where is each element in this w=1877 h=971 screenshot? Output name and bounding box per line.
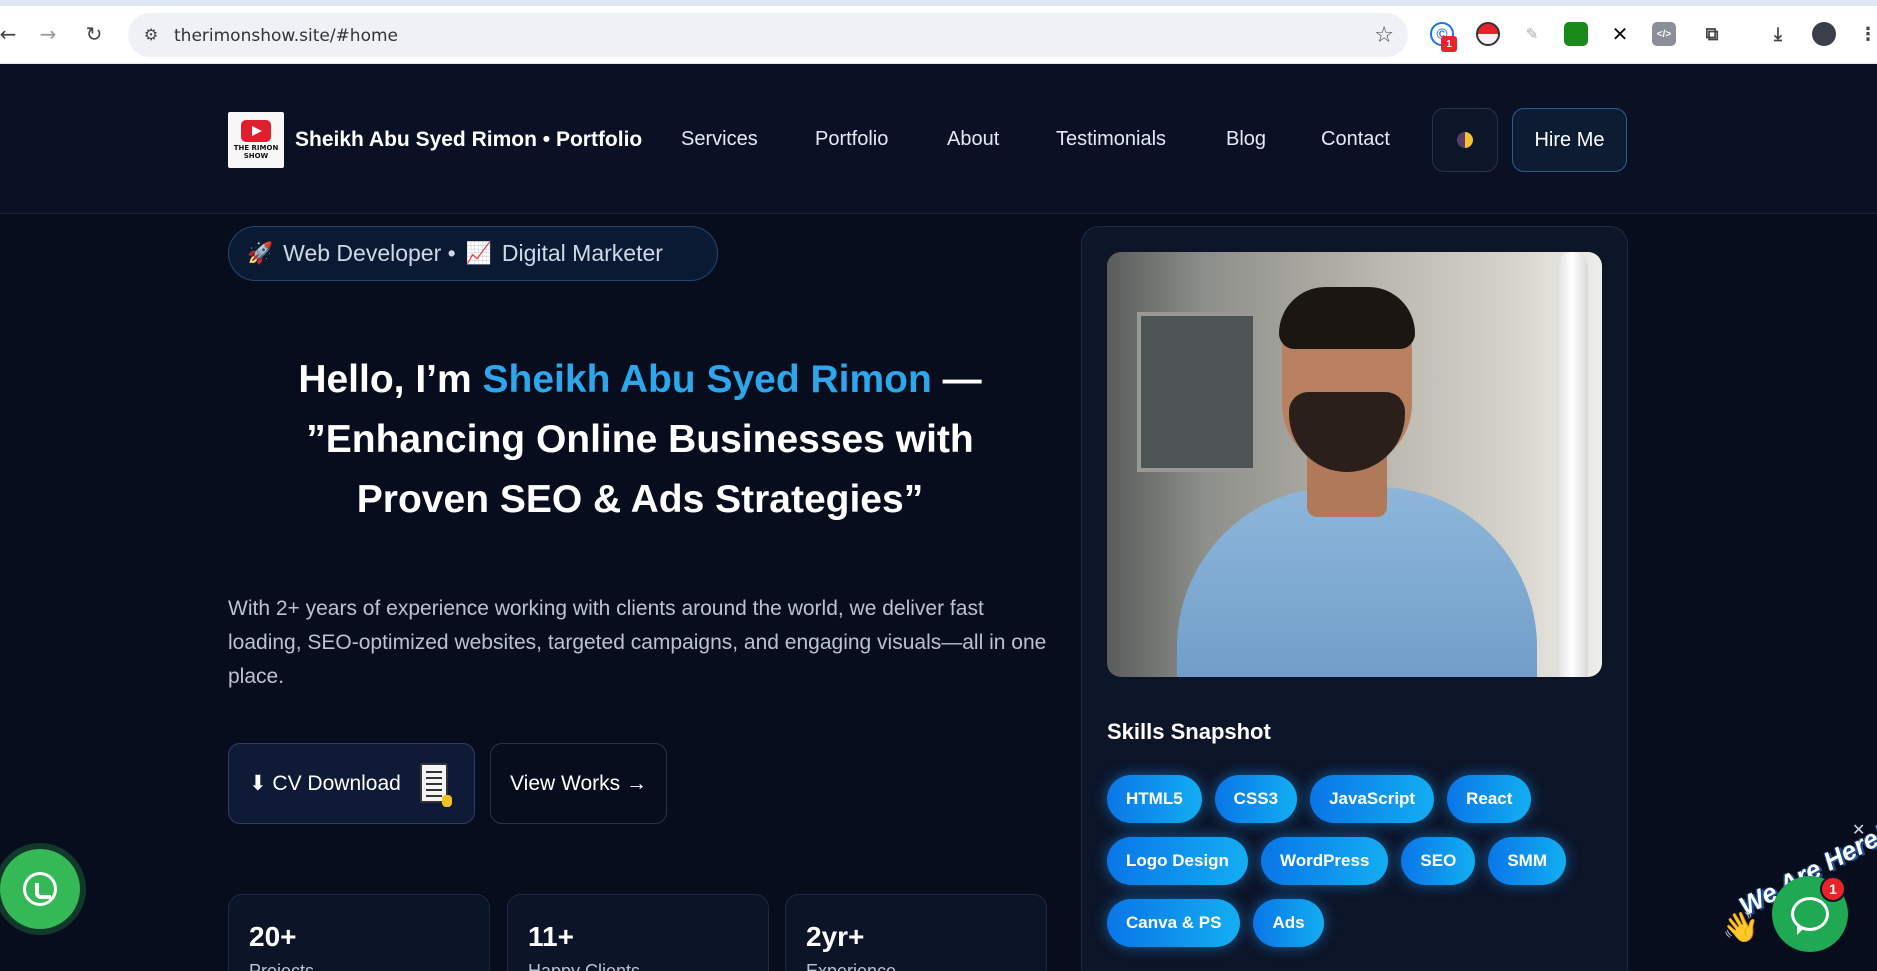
stat-number: 11+ <box>528 921 574 952</box>
x-extension-icon[interactable]: ✕ <box>1608 22 1632 46</box>
brand-name[interactable]: Sheikh Abu Syed Rimon • Portfolio <box>295 128 642 152</box>
skill-chip-wordpress: WordPress <box>1260 837 1389 885</box>
pen-extension-icon[interactable]: ✎ <box>1520 22 1544 46</box>
role-web-developer: Web Developer • <box>283 240 456 266</box>
play-logo-icon <box>241 120 271 142</box>
forward-icon[interactable]: → <box>34 20 62 48</box>
cv-download-label: ⬇ CV Download <box>249 772 401 795</box>
skills-list: HTML5 CSS3 JavaScript React Logo Design … <box>1107 775 1607 947</box>
whatsapp-button[interactable] <box>0 849 80 929</box>
skill-chip-seo: SEO <box>1401 837 1476 885</box>
hero-title-prefix: Hello, I’m <box>298 358 483 401</box>
hero-title-name: Sheikh Abu Syed Rimon <box>482 358 932 401</box>
pokeball-extension-icon[interactable] <box>1476 22 1500 46</box>
view-works-button[interactable]: View Works → <box>490 743 667 824</box>
photo-pillar <box>1556 252 1588 677</box>
site-logo[interactable]: THE RIMON SHOW <box>228 112 284 168</box>
document-icon <box>420 763 452 807</box>
nav-about[interactable]: About <box>947 128 999 151</box>
theme-toggle-button[interactable] <box>1432 108 1498 172</box>
hero-title: Hello, I’m Sheikh Abu Syed Rimon — ”Enha… <box>250 350 1030 530</box>
back-icon[interactable]: ← <box>0 20 22 48</box>
stat-label: Projects <box>249 961 315 971</box>
hire-me-button[interactable]: Hire Me <box>1512 108 1627 172</box>
rocket-icon: 🚀 <box>247 241 274 265</box>
skill-chip-canva-ps: Canva & PS <box>1107 899 1241 947</box>
photo-window <box>1137 312 1257 472</box>
browser-menu-icon[interactable]: ⋮ <box>1856 22 1877 46</box>
skill-chip-logo-design: Logo Design <box>1107 837 1248 885</box>
profile-avatar[interactable] <box>1812 22 1836 46</box>
chart-icon: 📈 <box>465 241 492 265</box>
nav-contact[interactable]: Contact <box>1321 128 1390 151</box>
address-bar[interactable]: ⚙ therimonshow.site/#home ☆ <box>128 13 1408 57</box>
nav-testimonials[interactable]: Testimonials <box>1056 128 1166 151</box>
skill-chip-html5: HTML5 <box>1107 775 1202 823</box>
skills-title: Skills Snapshot <box>1107 719 1271 744</box>
skill-chip-react: React <box>1447 775 1532 823</box>
extension-badge: 1 <box>1441 36 1457 52</box>
code-extension-icon[interactable]: </> <box>1652 22 1676 46</box>
role-digital-marketer: Digital Marketer <box>501 240 663 266</box>
skill-chip-css3: CSS3 <box>1214 775 1298 823</box>
reload-icon[interactable]: ↻ <box>80 20 108 48</box>
nav-blog[interactable]: Blog <box>1226 128 1266 151</box>
stat-label: Happy Clients <box>528 961 641 971</box>
site-header: THE RIMON SHOW Sheikh Abu Syed Rimon • P… <box>0 64 1877 214</box>
green-extension-icon[interactable] <box>1564 22 1588 46</box>
skill-chip-javascript: JavaScript <box>1310 775 1435 823</box>
profile-photo <box>1107 252 1602 677</box>
half-moon-icon <box>1457 132 1473 148</box>
hero-description: With 2+ years of experience working with… <box>228 597 1047 688</box>
nav-services[interactable]: Services <box>681 128 758 151</box>
stat-card-projects: 20+ Projects <box>228 894 490 971</box>
nav-portfolio[interactable]: Portfolio <box>815 128 888 151</box>
download-icon[interactable]: ⤓ <box>1766 22 1790 46</box>
chat-notification-badge: 1 <box>1820 876 1846 902</box>
tab-strip <box>0 0 1877 6</box>
skill-chip-ads: Ads <box>1253 899 1324 947</box>
logo-text: THE RIMON SHOW <box>233 144 279 160</box>
site-settings-icon[interactable]: ⚙ <box>140 24 162 46</box>
puzzle-extensions-icon[interactable]: ⧉ <box>1700 22 1724 46</box>
photo-hair <box>1279 287 1415 349</box>
stat-card-clients: 11+ Happy Clients <box>507 894 769 971</box>
chat-bubble-icon <box>1791 897 1829 935</box>
stat-number: 20+ <box>249 921 297 952</box>
stat-number: 2yr+ <box>806 921 865 952</box>
waving-hand-icon: 👋 <box>1722 910 1760 945</box>
profile-card: Skills Snapshot HTML5 CSS3 JavaScript Re… <box>1081 226 1628 971</box>
url-text[interactable]: therimonshow.site/#home <box>174 26 398 46</box>
role-badge: 🚀 Web Developer • 📈 Digital Marketer <box>228 226 718 281</box>
cv-download-button[interactable]: ⬇ CV Download <box>228 743 475 824</box>
browser-toolbar: ← → ↻ ⚙ therimonshow.site/#home ☆ © 1 ✎ … <box>0 0 1877 64</box>
skill-chip-smm: SMM <box>1488 837 1566 885</box>
stat-label: Experience <box>806 961 897 971</box>
bookmark-star-icon[interactable]: ☆ <box>1374 22 1394 48</box>
whatsapp-phone-icon <box>23 872 57 906</box>
stat-card-experience: 2yr+ Experience <box>785 894 1047 971</box>
